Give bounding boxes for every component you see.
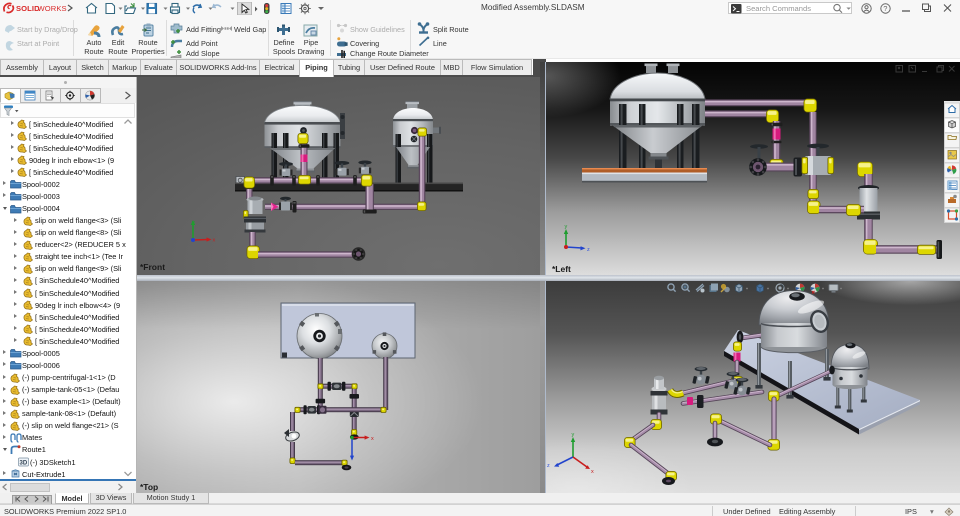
svg-text:x: x bbox=[371, 436, 374, 442]
svg-text:*Top: *Top bbox=[140, 482, 158, 492]
svg-text:*Front: *Front bbox=[140, 262, 165, 272]
svg-text:SOLID: SOLID bbox=[16, 4, 40, 13]
svg-text:3D: 3D bbox=[20, 461, 28, 467]
svg-text:x: x bbox=[591, 469, 594, 475]
svg-text:z: z bbox=[587, 247, 590, 253]
svg-text:*Left: *Left bbox=[552, 264, 571, 274]
svg-text:y: y bbox=[192, 220, 195, 226]
svg-text:y: y bbox=[565, 224, 568, 230]
svg-text:?: ? bbox=[883, 4, 887, 13]
svg-text:z: z bbox=[547, 463, 550, 469]
svg-text:x: x bbox=[213, 238, 216, 244]
svg-text:WORKS: WORKS bbox=[38, 4, 67, 13]
svg-text:y: y bbox=[572, 432, 575, 438]
